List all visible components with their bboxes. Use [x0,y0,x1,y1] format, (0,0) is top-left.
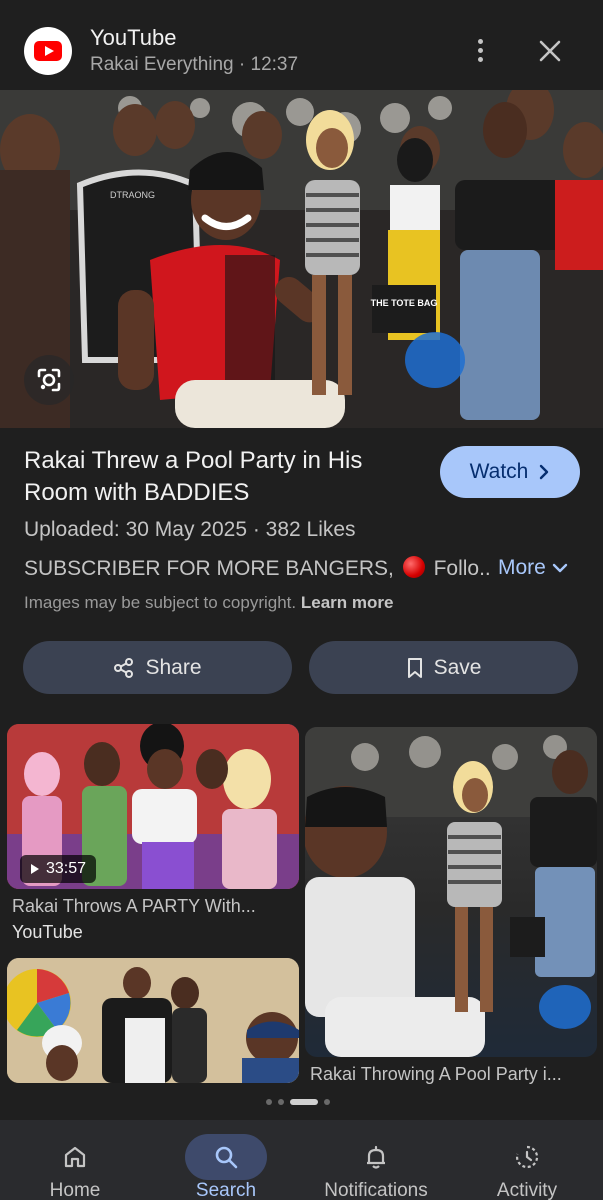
save-button-label: Save [433,655,482,679]
bell-icon [335,1134,417,1180]
more-options-icon[interactable] [468,36,492,66]
carousel-dot [266,1099,272,1105]
home-icon [34,1134,116,1180]
related-thumbnail[interactable] [7,958,299,1083]
upload-info: Uploaded: 30 May 2025 · 382 Likes [24,518,356,541]
nav-search[interactable]: Search [151,1120,301,1200]
more-button[interactable]: More [498,556,568,580]
carousel-dot [278,1099,284,1105]
description-start: SUBSCRIBER FOR MORE BANGERS, [24,557,394,580]
share-button[interactable]: Share [23,641,292,694]
copyright-text: Images may be subject to copyright. [24,593,297,612]
related-title[interactable]: Rakai Throws A PARTY With... [12,896,292,917]
nav-activity-label: Activity [496,1180,558,1200]
watch-button[interactable]: Watch [440,446,580,498]
share-button-label: Share [145,655,202,679]
nav-home[interactable]: Home [0,1120,150,1200]
source-meta: Rakai Everything · 12:37 [90,54,299,75]
result-header: YouTube Rakai Everything · 12:37 [0,0,603,90]
related-title[interactable]: Rakai Throwing A Pool Party i... [310,1064,595,1085]
carousel-dot-active [290,1099,318,1105]
bottom-navigation: Home Search Notifications Activity [0,1120,603,1200]
share-icon [114,657,134,678]
close-icon[interactable] [535,36,565,66]
play-icon [31,864,39,874]
activity-icon [486,1134,568,1180]
description-end: Follo... [433,557,489,580]
nav-notifications[interactable]: Notifications [301,1120,451,1200]
result-description: SUBSCRIBER FOR MORE BANGERS, Follo... [24,556,489,581]
duration-text: 33:57 [46,860,87,877]
watch-button-label: Watch [469,460,529,483]
search-icon [185,1134,267,1180]
carousel-indicator [266,1098,330,1106]
youtube-logo-icon [24,27,72,75]
save-button[interactable]: Save [309,641,578,694]
nav-notifications-label: Notifications [324,1180,428,1200]
nav-search-label: Search [195,1180,257,1200]
chair-brand-text: DTRAONG [110,190,155,200]
lens-icon[interactable] [24,355,74,405]
chevron-right-icon [540,464,549,480]
nav-activity[interactable]: Activity [452,1120,602,1200]
learn-more-link[interactable]: Learn more [301,593,394,612]
result-title[interactable]: Rakai Threw a Pool Party in His Room wit… [24,445,424,509]
nav-home-label: Home [49,1180,101,1200]
hero-image[interactable]: DTRAONG THE TOTE BAG [0,90,603,428]
copyright-notice: Images may be subject to copyright. Lear… [24,593,393,613]
carousel-dot [324,1099,330,1105]
source-name[interactable]: YouTube [90,25,176,51]
more-button-label: More [498,556,546,579]
related-source: YouTube [12,922,83,942]
tote-bag-text: THE TOTE BAG [371,298,438,308]
related-thumbnail[interactable] [305,727,597,1057]
chevron-down-icon [552,563,568,573]
bookmark-icon [407,657,422,678]
red-circle-emoji-icon [402,556,425,578]
video-duration-badge: 33:57 [20,855,97,883]
